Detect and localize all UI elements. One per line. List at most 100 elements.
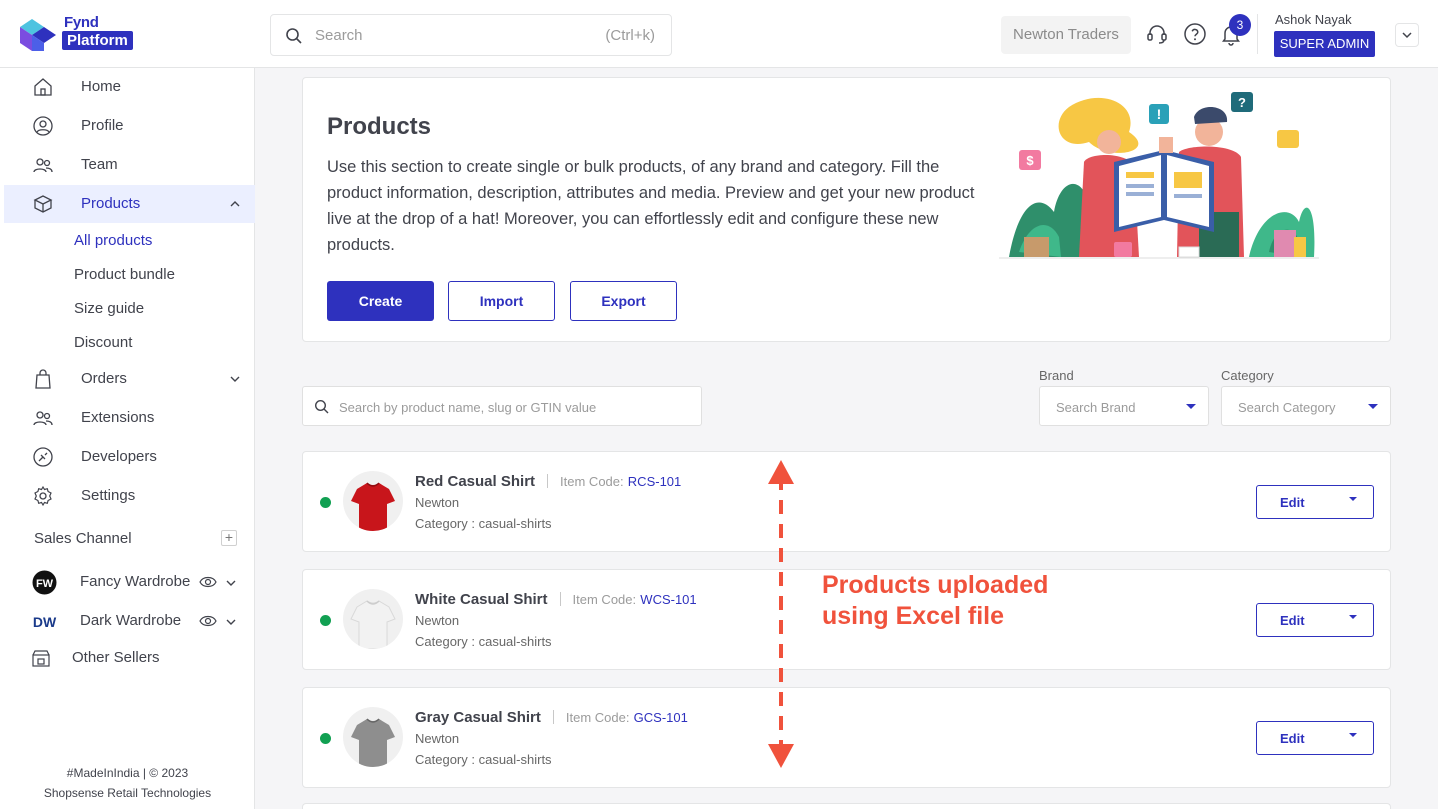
annotation-line-2: using Excel file: [822, 602, 1005, 630]
svg-text:DW: DW: [33, 614, 57, 630]
channel-label: Dark Wardrobe: [80, 612, 182, 629]
channel-dark-wardrobe[interactable]: DW Dark Wardrobe: [0, 602, 255, 640]
brand-filter-label: Brand: [1039, 368, 1074, 383]
annotation-arrow: [768, 460, 794, 768]
support-icon[interactable]: [1145, 22, 1169, 46]
product-name[interactable]: White Casual Shirt: [415, 591, 548, 608]
product-card-partial[interactable]: [302, 803, 1391, 809]
annotation-line-1: Products uploaded: [822, 571, 1049, 599]
item-code-label: Item Code:: [572, 592, 637, 607]
sidebar-item-developers[interactable]: Developers: [4, 438, 255, 476]
page-title: Products: [327, 113, 432, 140]
subitem-size-guide[interactable]: Size guide: [74, 300, 144, 317]
brand-filter-select[interactable]: Search Brand: [1039, 386, 1209, 426]
logo-platform-text: Platform: [62, 31, 133, 50]
caret-down-icon: [1349, 497, 1357, 501]
sidebar-item-extensions[interactable]: Extensions: [4, 399, 255, 437]
user-role-badge: SUPER ADMIN: [1274, 31, 1375, 57]
search-placeholder: Search: [315, 27, 363, 44]
edit-button[interactable]: Edit: [1256, 603, 1374, 637]
category-filter-label: Category: [1221, 368, 1274, 383]
separator: [547, 474, 549, 488]
channel-label: Other Sellers: [72, 649, 160, 666]
shirt-icon: [351, 482, 395, 531]
company-selector[interactable]: Newton Traders: [1001, 16, 1131, 54]
chevron-up-icon: [230, 201, 240, 207]
product-name[interactable]: Red Casual Shirt: [415, 473, 535, 490]
category-filter-placeholder: Search Category: [1238, 400, 1336, 415]
product-image[interactable]: [343, 471, 403, 531]
sidebar-item-label: Team: [81, 156, 118, 173]
box-icon: [33, 195, 53, 213]
chevron-down-icon: [1402, 32, 1412, 39]
product-search-input[interactable]: Search by product name, slug or GTIN val…: [302, 386, 702, 426]
extensions-icon: [33, 411, 53, 426]
user-menu-button[interactable]: [1395, 23, 1419, 47]
svg-text:$: $: [1026, 153, 1034, 168]
edit-label: Edit: [1280, 613, 1305, 628]
sidebar-item-label: Home: [81, 78, 122, 95]
item-code: RCS-101: [627, 474, 682, 489]
gear-icon: [34, 485, 52, 507]
logo-fynd-text: Fynd: [64, 14, 99, 31]
product-name-row: Gray Casual Shirt Item Code: GCS-101: [415, 709, 688, 726]
category-filter-select[interactable]: Search Category: [1221, 386, 1391, 426]
product-card[interactable]: Gray Casual Shirt Item Code: GCS-101 Newt…: [302, 687, 1391, 788]
developers-icon: [33, 447, 53, 467]
caret-down-icon: [1368, 404, 1378, 409]
product-card[interactable]: Red Casual Shirt Item Code: RCS-101 Newto…: [302, 451, 1391, 552]
product-image[interactable]: [343, 589, 403, 649]
edit-button[interactable]: Edit: [1256, 721, 1374, 755]
eye-icon[interactable]: [199, 574, 217, 590]
edit-label: Edit: [1280, 731, 1305, 746]
global-search-input[interactable]: Search (Ctrl+k): [270, 14, 672, 56]
sidebar-item-products[interactable]: Products: [4, 185, 255, 223]
team-icon: [33, 158, 53, 173]
product-category: Category : casual-shirts: [415, 752, 552, 767]
add-sales-channel-button[interactable]: +: [221, 530, 237, 546]
item-code-label: Item Code:: [560, 474, 624, 489]
import-button[interactable]: Import: [448, 281, 555, 321]
shirt-icon: [351, 718, 395, 767]
header-divider: [1257, 14, 1258, 54]
separator: [552, 710, 554, 724]
sidebar-item-profile[interactable]: Profile: [4, 107, 255, 145]
channel-other-sellers[interactable]: Other Sellers: [0, 639, 255, 677]
product-image[interactable]: [343, 707, 403, 767]
sidebar-item-settings[interactable]: Settings: [4, 477, 255, 515]
svg-text:?: ?: [1238, 95, 1246, 110]
status-dot: [320, 497, 331, 508]
subitem-product-bundle[interactable]: Product bundle: [74, 266, 175, 283]
svg-text:FW: FW: [36, 578, 54, 590]
fancy-wardrobe-logo: FW: [32, 570, 57, 595]
sidebar-item-team[interactable]: Team: [4, 146, 255, 184]
search-shortcut: (Ctrl+k): [605, 27, 655, 44]
subitem-discount[interactable]: Discount: [74, 334, 132, 351]
item-code: GCS-101: [633, 710, 688, 725]
user-name[interactable]: Ashok Nayak: [1275, 12, 1352, 27]
svg-text:!: !: [1157, 106, 1162, 122]
help-icon[interactable]: [1183, 22, 1207, 46]
product-name[interactable]: Gray Casual Shirt: [415, 709, 541, 726]
annotation-text: Products uploaded using Excel file: [822, 570, 1048, 632]
fynd-logo-icon: [20, 19, 56, 51]
channel-fancy-wardrobe[interactable]: FW Fancy Wardrobe: [0, 563, 255, 601]
export-button[interactable]: Export: [570, 281, 677, 321]
fynd-platform-logo[interactable]: Fynd Platform: [20, 14, 150, 55]
edit-button[interactable]: Edit: [1256, 485, 1374, 519]
sidebar-item-orders[interactable]: Orders: [4, 360, 255, 398]
caret-down-icon: [1186, 404, 1196, 409]
sidebar-item-home[interactable]: Home: [4, 68, 255, 106]
sidebar-item-label: Settings: [81, 487, 136, 504]
search-icon: [286, 28, 302, 44]
product-brand: Newton: [415, 613, 460, 628]
eye-icon[interactable]: [199, 613, 217, 629]
subitem-all-products[interactable]: All products: [74, 232, 152, 249]
sidebar: Home Profile Team Products All products …: [0, 68, 255, 809]
sidebar-item-label: Developers: [81, 448, 157, 465]
sidebar-item-label: Profile: [81, 117, 124, 134]
chevron-down-icon[interactable]: [225, 616, 237, 628]
search-icon: [314, 399, 329, 414]
create-button[interactable]: Create: [327, 281, 434, 321]
chevron-down-icon[interactable]: [225, 577, 237, 589]
